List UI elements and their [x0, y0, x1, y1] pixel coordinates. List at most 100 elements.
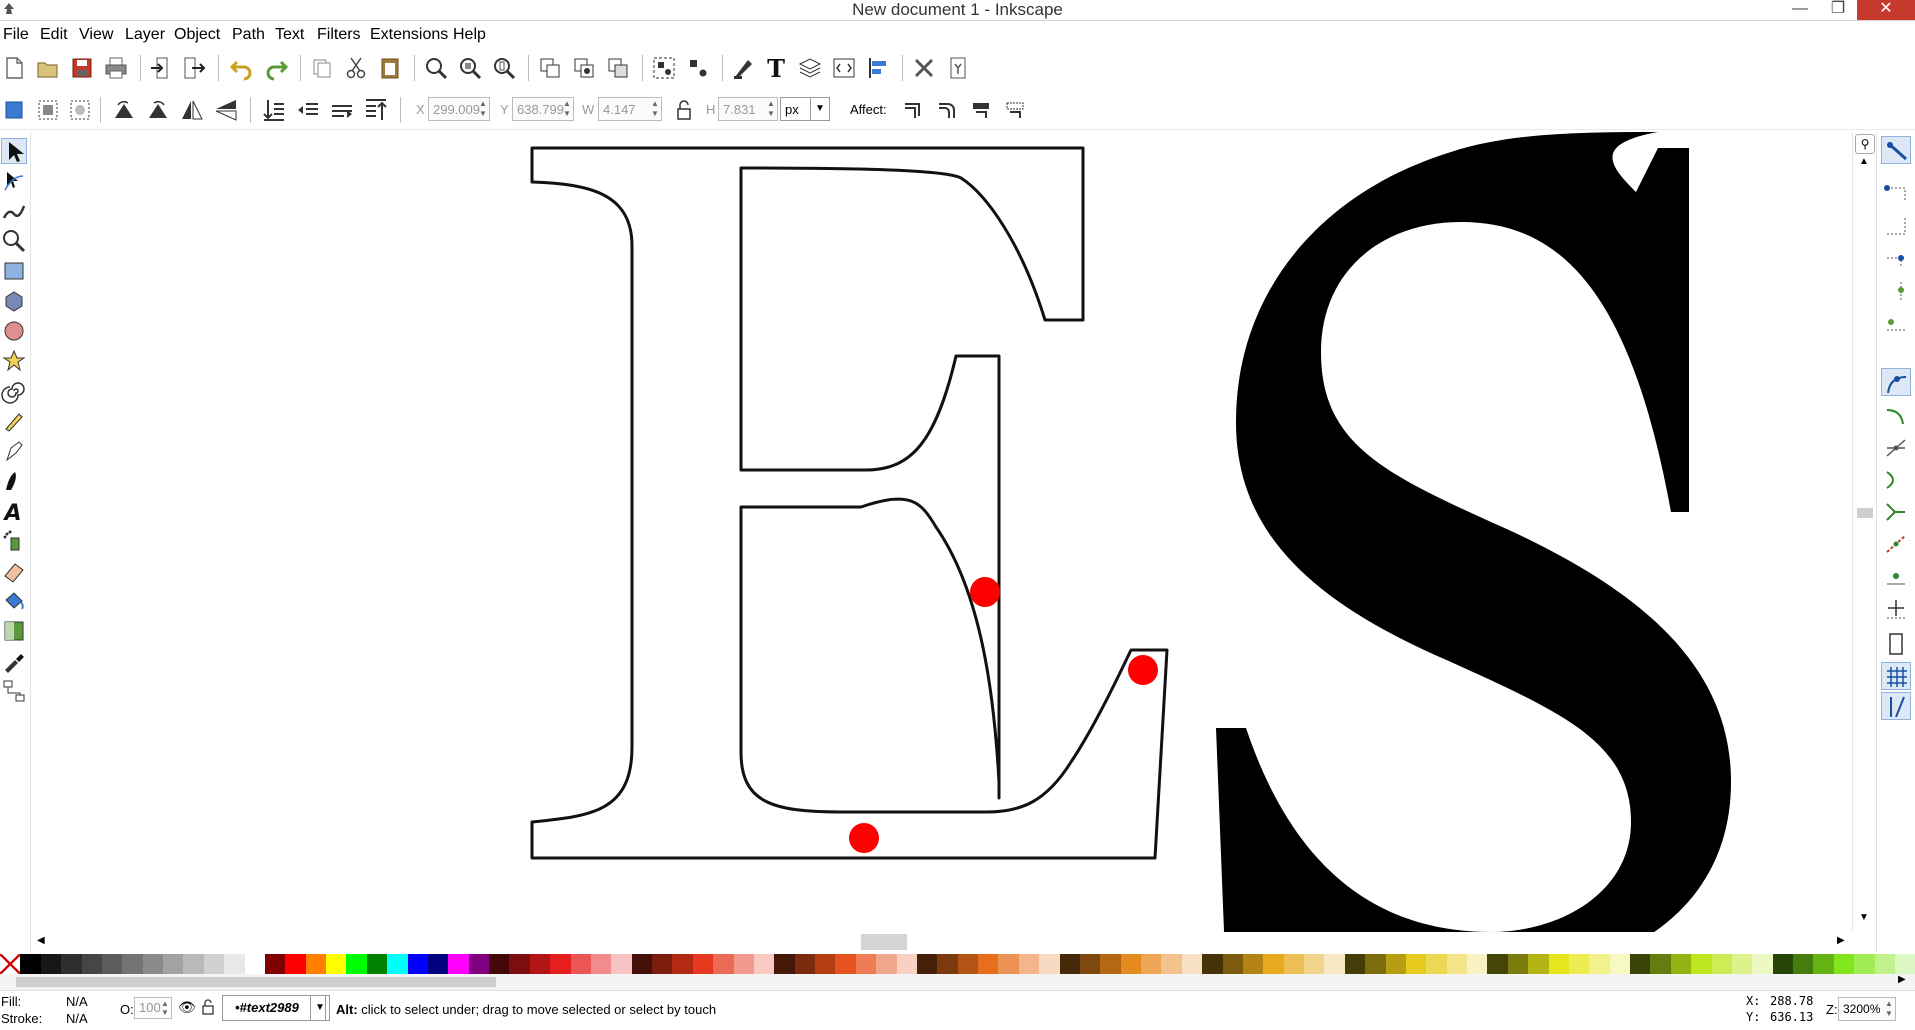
color-swatch[interactable]: [611, 954, 632, 974]
color-swatch[interactable]: [387, 954, 408, 974]
color-swatch[interactable]: [1568, 954, 1590, 974]
color-swatch[interactable]: [1059, 954, 1080, 974]
color-swatch[interactable]: [590, 954, 612, 974]
snap-path-intersections-icon[interactable]: [1881, 434, 1911, 462]
snap-paths-icon[interactable]: [1881, 402, 1911, 430]
snap-bbox-center-icon[interactable]: [1881, 308, 1911, 336]
y-field[interactable]: 638.799 ▲ ▼: [512, 97, 574, 121]
color-swatch[interactable]: [1487, 954, 1508, 974]
color-swatch[interactable]: [1650, 954, 1671, 974]
zoom-selection-icon[interactable]: [422, 54, 450, 82]
snap-enable-icon[interactable]: [1881, 136, 1911, 164]
drawing-canvas[interactable]: [31, 132, 1852, 932]
export-icon[interactable]: [180, 54, 208, 82]
color-swatch[interactable]: [1344, 954, 1366, 974]
no-paint-swatch[interactable]: [0, 953, 22, 975]
scale-stroke-icon[interactable]: [900, 96, 928, 124]
raise-to-top-icon[interactable]: [362, 96, 390, 124]
bucket-tool-icon[interactable]: [1, 588, 27, 614]
menu-extensions[interactable]: Extensions: [370, 25, 448, 45]
color-swatch[interactable]: [1405, 954, 1427, 974]
color-swatch[interactable]: [652, 954, 673, 974]
preferences-icon[interactable]: [910, 54, 938, 82]
color-swatch[interactable]: [794, 954, 815, 974]
scroll-down-icon[interactable]: ▼: [1859, 912, 1869, 923]
color-swatch[interactable]: [1507, 954, 1529, 974]
color-swatch[interactable]: [815, 954, 836, 974]
color-swatch[interactable]: [876, 954, 897, 974]
toggle-visibility-icon[interactable]: 👁: [178, 999, 196, 1016]
snap-bbox-edge-icon[interactable]: [1881, 212, 1911, 240]
color-swatch[interactable]: [163, 954, 184, 974]
color-swatch[interactable]: [1079, 954, 1101, 974]
snap-rotation-centers-icon[interactable]: [1881, 594, 1911, 622]
color-swatch[interactable]: [509, 954, 530, 974]
node-marker[interactable]: [1128, 655, 1158, 685]
color-swatch[interactable]: [407, 954, 428, 974]
chevron-down-icon[interactable]: ▼: [310, 995, 330, 1021]
minimize-button[interactable]: —: [1782, 0, 1818, 20]
color-swatch[interactable]: [244, 954, 265, 974]
color-swatch[interactable]: [101, 954, 123, 974]
snap-grids-icon[interactable]: [1881, 662, 1911, 690]
color-swatch[interactable]: [1793, 954, 1814, 974]
menu-path[interactable]: Path: [232, 25, 265, 45]
import-icon[interactable]: [148, 54, 176, 82]
color-swatch[interactable]: [1874, 954, 1895, 974]
color-swatch[interactable]: [20, 954, 41, 974]
color-swatch[interactable]: [1813, 954, 1834, 974]
chevron-down-icon[interactable]: ▼: [810, 98, 829, 120]
save-icon[interactable]: [68, 54, 96, 82]
color-swatch[interactable]: [122, 954, 143, 974]
node-marker[interactable]: [849, 823, 879, 853]
color-swatch[interactable]: [1385, 954, 1406, 974]
color-swatch[interactable]: [1018, 954, 1040, 974]
scale-rounded-corners-icon[interactable]: [934, 96, 962, 124]
color-swatch[interactable]: [346, 954, 367, 974]
color-swatch[interactable]: [1283, 954, 1304, 974]
lock-proportions-icon[interactable]: [670, 96, 698, 124]
cut-icon[interactable]: [342, 54, 370, 82]
scroll-thumb[interactable]: [16, 977, 496, 987]
node-tool-icon[interactable]: [1, 168, 27, 194]
color-swatch[interactable]: [1833, 954, 1855, 974]
select-all-layers-icon[interactable]: [34, 96, 62, 124]
flip-vertical-icon[interactable]: [212, 96, 240, 124]
document-properties-icon[interactable]: [944, 54, 972, 82]
color-swatch[interactable]: [631, 954, 652, 974]
selector-tool-icon[interactable]: [1, 138, 27, 164]
rectangle-tool-icon[interactable]: [1, 258, 27, 284]
undo-icon[interactable]: [228, 54, 256, 82]
copy-icon[interactable]: [308, 54, 336, 82]
color-swatch[interactable]: [1894, 954, 1915, 974]
color-swatch[interactable]: [1304, 954, 1325, 974]
xml-editor-icon[interactable]: [830, 54, 858, 82]
color-swatch[interactable]: [1100, 954, 1121, 974]
scroll-up-icon[interactable]: ▲: [1859, 156, 1869, 167]
group-icon[interactable]: [650, 54, 678, 82]
color-swatch[interactable]: [326, 954, 347, 974]
menu-text[interactable]: Text: [275, 25, 304, 45]
color-swatch[interactable]: [550, 954, 571, 974]
horizontal-scrollbar[interactable]: ◀ ▶: [31, 932, 1852, 952]
lower-icon[interactable]: [294, 96, 322, 124]
color-swatch[interactable]: [203, 954, 225, 974]
color-swatch[interactable]: [713, 954, 734, 974]
spin-arrows-icon[interactable]: ▲ ▼: [650, 99, 660, 119]
letter-e-outline[interactable]: [530, 146, 1169, 860]
menu-view[interactable]: View: [79, 25, 113, 45]
color-swatch[interactable]: [529, 954, 551, 974]
scroll-thumb[interactable]: [861, 934, 907, 950]
spray-tool-icon[interactable]: [1, 528, 27, 554]
color-swatch[interactable]: [998, 954, 1019, 974]
color-swatch[interactable]: [672, 954, 693, 974]
menu-help[interactable]: Help: [453, 25, 486, 45]
color-swatch[interactable]: [1731, 954, 1753, 974]
zoom-tool-icon[interactable]: [1, 228, 27, 254]
menu-object[interactable]: Object: [174, 25, 220, 45]
color-swatch[interactable]: [1548, 954, 1569, 974]
color-palette[interactable]: [0, 953, 1915, 975]
flip-horizontal-icon[interactable]: [178, 96, 206, 124]
node-marker[interactable]: [970, 577, 1000, 607]
layers-icon[interactable]: [796, 54, 824, 82]
